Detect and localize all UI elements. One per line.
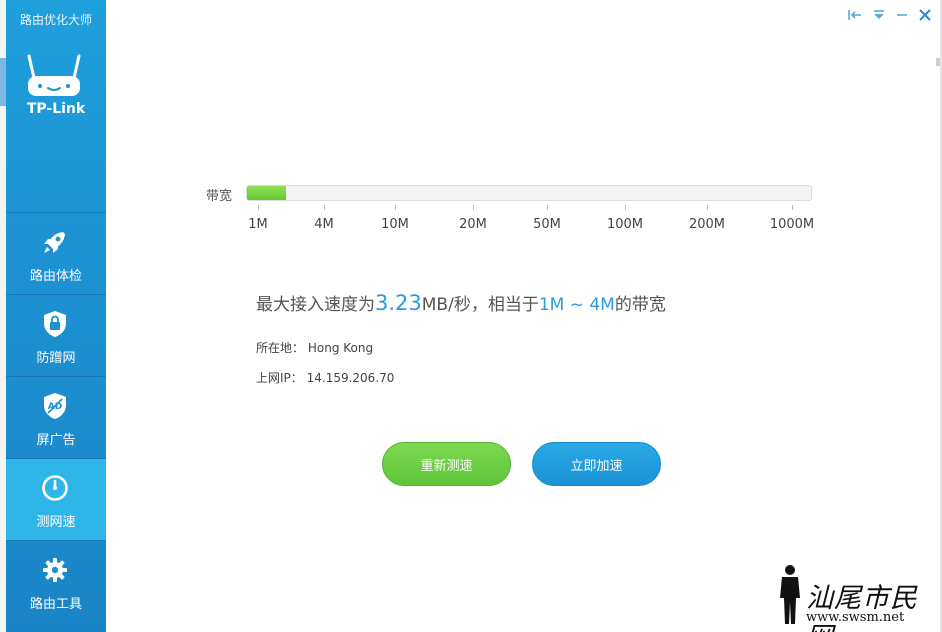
gear-icon: [40, 555, 70, 585]
bandwidth-bar: [246, 185, 812, 201]
menu-icon: [874, 10, 884, 19]
app-window: 路由优化大师 TP-Link 路由体检 防蹭网 屏广告 测网速 路由工具 带宽 …: [0, 0, 942, 632]
sidebar-nav: 路由体检 防蹭网 AD: [6, 212, 106, 622]
bandwidth-tick: [258, 205, 259, 210]
retest-button[interactable]: 重新测速: [382, 442, 511, 486]
shield-lock-icon: [40, 309, 70, 339]
router-icon: [27, 54, 81, 96]
sidebar-item-anti-freeload[interactable]: 防蹭网: [6, 294, 106, 376]
sidebar-item-label: 测网速: [36, 515, 76, 530]
bandwidth-tick-label: 20M: [459, 217, 487, 232]
result-suffix: 的带宽: [614, 295, 666, 315]
bandwidth-bar-fill: [247, 186, 287, 200]
bandwidth-tick: [707, 205, 708, 210]
bandwidth-tick-label: 1M: [248, 217, 268, 232]
close-button[interactable]: [916, 7, 934, 23]
minimize-icon: [897, 14, 907, 16]
ip-value: 14.159.206.70: [306, 371, 395, 385]
app-title: 路由优化大师: [19, 13, 92, 27]
location-info: 所在地： Hong Kong: [256, 339, 373, 356]
bandwidth-tick-label: 10M: [381, 217, 409, 232]
sidebar-item-router-check[interactable]: 路由体检: [6, 212, 106, 294]
close-icon: [919, 9, 931, 21]
speedometer-icon: [40, 473, 70, 503]
bandwidth-label: 带宽: [206, 189, 233, 204]
sidebar-item-ad-block[interactable]: AD 屏广告: [6, 376, 106, 458]
bandwidth-tick: [395, 205, 396, 210]
bandwidth-tick-label: 1000M: [769, 217, 815, 232]
bandwidth-tick-label: 50M: [533, 217, 561, 232]
bandwidth-tick-label: 200M: [688, 217, 726, 232]
speed-result: 最大接入速度为3.23MB/秒，相当于1M ~ 4M的带宽: [256, 290, 666, 315]
speedup-button[interactable]: 立即加速: [532, 442, 661, 486]
ip-info: 上网IP： 14.159.206.70: [256, 369, 394, 386]
bandwidth-tick-label: 100M: [606, 217, 644, 232]
bandwidth-tick: [547, 205, 548, 210]
ad-block-icon: AD: [40, 391, 70, 421]
ip-label: 上网IP：: [256, 371, 303, 385]
bandwidth-tick: [625, 205, 626, 210]
speed-value: 3.23: [375, 291, 422, 315]
bandwidth-tick: [324, 205, 325, 210]
desktop-background-mark: [936, 58, 940, 66]
minimize-button[interactable]: [893, 7, 911, 23]
sidebar-item-speed-test[interactable]: 测网速: [6, 458, 106, 540]
bandwidth-range: 1M ~ 4M: [538, 295, 615, 315]
bandwidth-tick-label: 4M: [314, 217, 334, 232]
watermark-figure-logo: [780, 565, 800, 624]
pin-icon: [848, 10, 861, 20]
sidebar-item-label: 路由体检: [29, 269, 82, 284]
result-unit: MB/秒，相当于: [421, 295, 539, 315]
watermark: 汕尾市民网 www.swsm.net: [776, 558, 936, 632]
sidebar: 路由优化大师 TP-Link 路由体检 防蹭网 屏广告 测网速 路由工具: [6, 0, 106, 632]
pin-button[interactable]: [846, 7, 864, 23]
bandwidth-tick: [792, 205, 793, 210]
sidebar-item-label: 屏广告: [36, 433, 76, 448]
rocket-icon: [40, 227, 70, 257]
brand-label: TP-Link: [26, 101, 86, 117]
watermark-url: www.swsm.net: [806, 610, 905, 625]
sidebar-item-router-tools[interactable]: 路由工具: [6, 540, 106, 622]
sidebar-item-label: 防蹭网: [36, 351, 76, 366]
location-label: 所在地：: [256, 341, 305, 355]
sidebar-item-label: 路由工具: [29, 597, 82, 612]
location-value: Hong Kong: [307, 341, 374, 355]
result-prefix: 最大接入速度为: [256, 295, 375, 315]
bandwidth-tick: [473, 205, 474, 210]
menu-button[interactable]: [870, 7, 888, 23]
